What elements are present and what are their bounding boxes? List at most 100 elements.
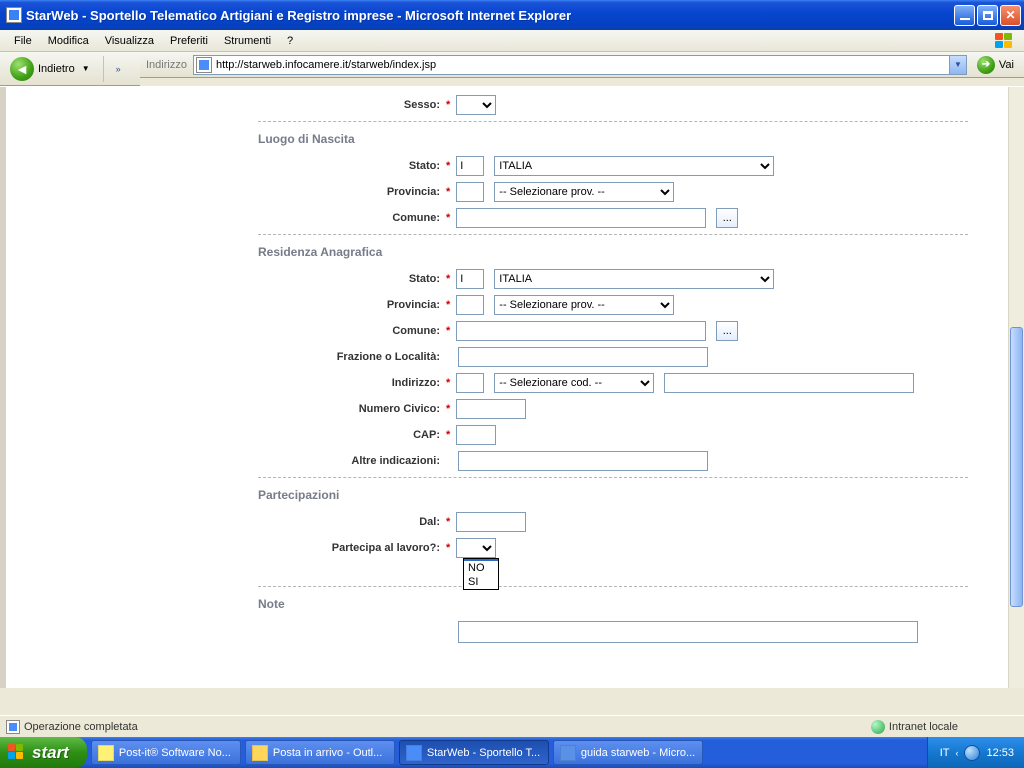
section-partecipazioni: Partecipazioni xyxy=(258,482,968,512)
input-stato-nascita-code[interactable] xyxy=(456,156,484,176)
taskbar: start Post-it® Software No... Posta in a… xyxy=(0,737,1024,768)
input-civico[interactable] xyxy=(456,399,526,419)
windows-logo-icon xyxy=(8,744,26,762)
input-indirizzo-code[interactable] xyxy=(456,373,484,393)
page-viewport: Sesso: * Luogo di Nascita Stato: * ITALI… xyxy=(0,86,1024,688)
scrollbar-thumb[interactable] xyxy=(1010,327,1023,607)
menu-visualizza[interactable]: Visualizza xyxy=(97,32,162,50)
back-history-dropdown[interactable]: ▼ xyxy=(79,64,93,73)
label-sesso: Sesso: xyxy=(258,99,444,111)
tray-app-icon[interactable] xyxy=(964,745,980,761)
select-partecipa[interactable] xyxy=(456,538,496,558)
menubar: File Modifica Visualizza Preferiti Strum… xyxy=(0,30,1024,52)
section-luogo-nascita: Luogo di Nascita xyxy=(258,126,968,156)
select-stato-res[interactable]: ITALIA xyxy=(494,269,774,289)
window-title: StarWeb - Sportello Telematico Artigiani… xyxy=(26,8,954,23)
window-maximize-button[interactable] xyxy=(977,5,998,26)
input-comune-res[interactable] xyxy=(456,321,706,341)
label-dal: Dal: xyxy=(258,516,444,528)
menu-file[interactable]: File xyxy=(6,32,40,50)
select-indirizzo-tipo[interactable]: -- Selezionare cod. -- xyxy=(494,373,654,393)
start-button[interactable]: start xyxy=(0,737,87,768)
required-marker: * xyxy=(444,99,456,111)
address-url: http://starweb.infocamere.it/starweb/ind… xyxy=(214,59,949,71)
status-zone: Intranet locale xyxy=(889,721,958,733)
back-arrow-icon: ◄ xyxy=(10,57,34,81)
task-item-starweb[interactable]: StarWeb - Sportello T... xyxy=(399,740,549,765)
label-comune-res: Comune: xyxy=(258,325,444,337)
task-icon xyxy=(560,745,576,761)
ie-throbber-icon xyxy=(995,33,1015,49)
select-partecipa-listbox[interactable]: NO SI xyxy=(463,558,499,590)
input-provincia-res-code[interactable] xyxy=(456,295,484,315)
go-arrow-icon: ➔ xyxy=(977,56,995,74)
label-stato-nascita: Stato: xyxy=(258,160,444,172)
menu-modifica[interactable]: Modifica xyxy=(40,32,97,50)
label-cap: CAP: xyxy=(258,429,444,441)
address-input[interactable]: http://starweb.infocamere.it/starweb/ind… xyxy=(193,55,967,75)
system-tray[interactable]: IT ‹ 12:53 xyxy=(927,737,1024,768)
lookup-comune-res-button[interactable]: ... xyxy=(716,321,738,341)
task-item-outlook[interactable]: Posta in arrivo - Outl... xyxy=(245,740,395,765)
lookup-comune-nascita-button[interactable]: ... xyxy=(716,208,738,228)
tray-expand-icon[interactable]: ‹ xyxy=(955,748,958,758)
option-si[interactable]: SI xyxy=(464,575,498,589)
label-frazione: Frazione o Località: xyxy=(258,351,444,363)
address-toolbar: Indirizzo http://starweb.infocamere.it/s… xyxy=(140,52,1024,78)
input-indirizzo-via[interactable] xyxy=(664,373,914,393)
status-text: Operazione completata xyxy=(24,721,138,733)
go-button[interactable]: ➔ Vai xyxy=(973,54,1018,76)
menu-help[interactable]: ? xyxy=(279,32,301,50)
tray-language[interactable]: IT xyxy=(940,747,950,759)
label-partecipa: Partecipa al lavoro?: xyxy=(258,542,444,554)
window-close-button[interactable]: ✕ xyxy=(1000,5,1021,26)
tray-clock: 12:53 xyxy=(986,747,1014,759)
menu-strumenti[interactable]: Strumenti xyxy=(216,32,279,50)
label-indirizzo: Indirizzo: xyxy=(258,377,444,389)
select-stato-nascita[interactable]: ITALIA xyxy=(494,156,774,176)
address-dropdown[interactable]: ▼ xyxy=(949,56,966,74)
label-altre: Altre indicazioni: xyxy=(258,455,444,467)
window-titlebar: StarWeb - Sportello Telematico Artigiani… xyxy=(0,0,1024,30)
page-favicon-icon xyxy=(196,57,212,73)
zone-icon xyxy=(871,720,885,734)
task-item-word[interactable]: guida starweb - Micro... xyxy=(553,740,703,765)
left-sidebar xyxy=(10,87,228,688)
statusbar: Operazione completata Intranet locale xyxy=(0,715,1024,737)
task-icon xyxy=(98,745,114,761)
address-label: Indirizzo xyxy=(146,59,187,71)
input-comune-nascita[interactable] xyxy=(456,208,706,228)
input-cap[interactable] xyxy=(456,425,496,445)
app-favicon xyxy=(6,7,22,23)
menu-preferiti[interactable]: Preferiti xyxy=(162,32,216,50)
label-provincia-res: Provincia: xyxy=(258,299,444,311)
task-icon xyxy=(406,745,422,761)
status-page-icon xyxy=(6,720,20,734)
section-residenza: Residenza Anagrafica xyxy=(258,239,968,269)
select-provincia-res[interactable]: -- Selezionare prov. -- xyxy=(494,295,674,315)
select-sesso[interactable] xyxy=(456,95,496,115)
go-label: Vai xyxy=(999,59,1014,71)
input-stato-res-code[interactable] xyxy=(456,269,484,289)
label-civico: Numero Civico: xyxy=(258,403,444,415)
label-comune-nascita: Comune: xyxy=(258,212,444,224)
form-page: Sesso: * Luogo di Nascita Stato: * ITALI… xyxy=(228,87,1008,688)
toolbar-overflow[interactable]: » xyxy=(110,64,127,74)
label-stato-res: Stato: xyxy=(258,273,444,285)
back-button[interactable]: ◄ Indietro ▼ xyxy=(6,55,97,83)
input-note[interactable] xyxy=(458,621,918,643)
nav-toolbar: ◄ Indietro ▼ » xyxy=(0,52,140,86)
window-minimize-button[interactable] xyxy=(954,5,975,26)
input-altre[interactable] xyxy=(458,451,708,471)
section-note: Note xyxy=(258,591,968,621)
input-provincia-nascita-code[interactable] xyxy=(456,182,484,202)
task-item-postit[interactable]: Post-it® Software No... xyxy=(91,740,241,765)
input-dal[interactable] xyxy=(456,512,526,532)
left-rail xyxy=(0,87,8,688)
back-label: Indietro xyxy=(38,63,75,75)
input-frazione[interactable] xyxy=(458,347,708,367)
vertical-scrollbar[interactable] xyxy=(1008,87,1024,688)
select-provincia-nascita[interactable]: -- Selezionare prov. -- xyxy=(494,182,674,202)
option-no[interactable]: NO xyxy=(464,561,498,575)
label-provincia-nascita: Provincia: xyxy=(258,186,444,198)
